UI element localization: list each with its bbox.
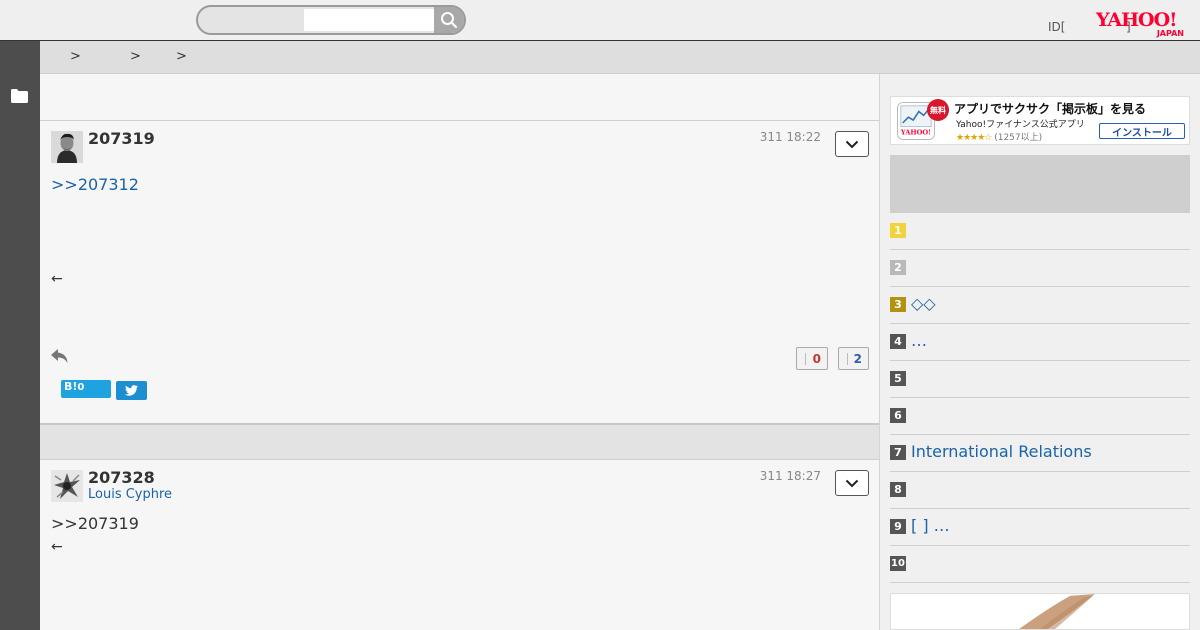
hatena-count: 0: [77, 382, 85, 393]
ranking-list: 1 2 3 ◇◇ 4 … 5 6 7 International Relatio…: [890, 213, 1190, 583]
rating-count: (1257以上): [994, 133, 1043, 143]
ranking-item[interactable]: 10: [890, 546, 1190, 583]
search-input[interactable]: [304, 9, 436, 31]
rank-badge: 2: [890, 260, 906, 275]
rank-badge: 4: [890, 334, 906, 349]
good-count: 0: [812, 351, 821, 366]
ranking-item[interactable]: 5: [890, 361, 1190, 398]
post-author-link[interactable]: Louis Cyphre: [88, 487, 172, 502]
yahoo-japan-logo[interactable]: YAHOO! JAPAN: [1096, 10, 1186, 38]
breadcrumb-separator: >: [130, 49, 141, 64]
app-rating: ★★★★☆ (1257以上): [956, 130, 1042, 143]
rating-stars: ★★★★☆: [956, 133, 992, 143]
tweet-button[interactable]: [116, 381, 147, 400]
post-number[interactable]: 207319: [88, 129, 155, 148]
breadcrumb-separator: >: [176, 49, 187, 64]
breadcrumb: > > >: [40, 41, 1200, 74]
right-sidebar: YAHOO! 無料 アプリでサクサク「掲示板」を見る Yahoo!ファイナンス公…: [880, 74, 1200, 630]
svg-text:YAHOO!: YAHOO!: [900, 128, 931, 136]
ranking-item[interactable]: 8: [890, 472, 1190, 509]
bad-vote-button[interactable]: 2: [838, 347, 869, 370]
post-time: 311 18:22: [759, 130, 821, 144]
app-promo-banner[interactable]: YAHOO! 無料 アプリでサクサク「掲示板」を見る Yahoo!ファイナンス公…: [890, 96, 1190, 145]
yahoo-id-link[interactable]: ID[: [1048, 20, 1065, 34]
rank-badge: 3: [890, 297, 906, 312]
section-band: [40, 423, 879, 460]
ranking-title-link[interactable]: ◇◇: [911, 294, 936, 313]
ranking-item[interactable]: 2: [890, 250, 1190, 287]
good-vote-button[interactable]: 0: [796, 347, 828, 370]
ranking-header: [890, 155, 1190, 213]
post-number[interactable]: 207328: [88, 468, 155, 487]
search-box: [196, 5, 466, 35]
ranking-item[interactable]: 6: [890, 398, 1190, 435]
main-content: 207319 311 18:22 >>207312 ← 0 2 B!0 2073…: [40, 74, 880, 630]
ranking-title-link[interactable]: International Relations: [911, 442, 1092, 461]
ranking-item[interactable]: 4 …: [890, 324, 1190, 361]
post-menu-button[interactable]: [835, 470, 869, 496]
folder-icon[interactable]: [11, 89, 28, 103]
post-time: 311 18:27: [759, 469, 821, 483]
twitter-icon: [125, 385, 138, 396]
app-promo-title: アプリでサクサク「掲示板」を見る: [954, 102, 1147, 116]
post-body-text: ←: [51, 539, 63, 555]
ranking-title-link[interactable]: [ ] …: [911, 516, 950, 535]
ranking-title-link[interactable]: …: [911, 331, 927, 350]
rank-badge: 7: [890, 445, 906, 460]
post-item: 207328 Louis Cyphre 311 18:27 >>207319 ←: [40, 460, 879, 630]
header: ID[ ] YAHOO! JAPAN: [0, 0, 1200, 41]
app-promo-subtitle: Yahoo!ファイナンス公式アプリ: [956, 120, 1085, 130]
hatena-bookmark-button[interactable]: B!0: [61, 380, 111, 398]
rank-badge: 8: [890, 482, 906, 497]
ranking-item[interactable]: 1: [890, 213, 1190, 250]
user-avatar[interactable]: [51, 470, 83, 502]
post-menu-button[interactable]: [835, 131, 869, 157]
free-badge: 無料: [927, 99, 949, 121]
left-sidebar: [0, 41, 40, 630]
user-avatar[interactable]: [51, 131, 83, 163]
ranking-item[interactable]: 9 [ ] …: [890, 509, 1190, 546]
search-icon: [441, 12, 458, 29]
post-body-text: ←: [51, 271, 63, 287]
rank-badge: 9: [890, 519, 906, 534]
bad-count: 2: [853, 351, 862, 366]
post-item: 207319 311 18:22 >>207312 ← 0 2 B!0: [40, 121, 879, 423]
chevron-down-icon: [845, 140, 859, 148]
reply-anchor-text: >>207319: [51, 514, 139, 533]
ranking-item[interactable]: 3 ◇◇: [890, 287, 1190, 324]
rank-badge: 10: [890, 556, 906, 571]
logo-main: YAHOO!: [1096, 9, 1177, 31]
ranking-item[interactable]: 7 International Relations: [890, 435, 1190, 472]
chevron-down-icon: [845, 479, 859, 487]
reply-icon[interactable]: [51, 349, 68, 363]
rank-badge: 6: [890, 408, 906, 423]
rank-badge: 5: [890, 371, 906, 386]
breadcrumb-separator: >: [70, 49, 81, 64]
install-button[interactable]: インストール: [1099, 123, 1185, 139]
rank-badge: 1: [890, 223, 906, 238]
search-button[interactable]: [434, 7, 464, 33]
advertisement-image[interactable]: [890, 593, 1190, 630]
reply-anchor-link[interactable]: >>207312: [51, 175, 139, 194]
